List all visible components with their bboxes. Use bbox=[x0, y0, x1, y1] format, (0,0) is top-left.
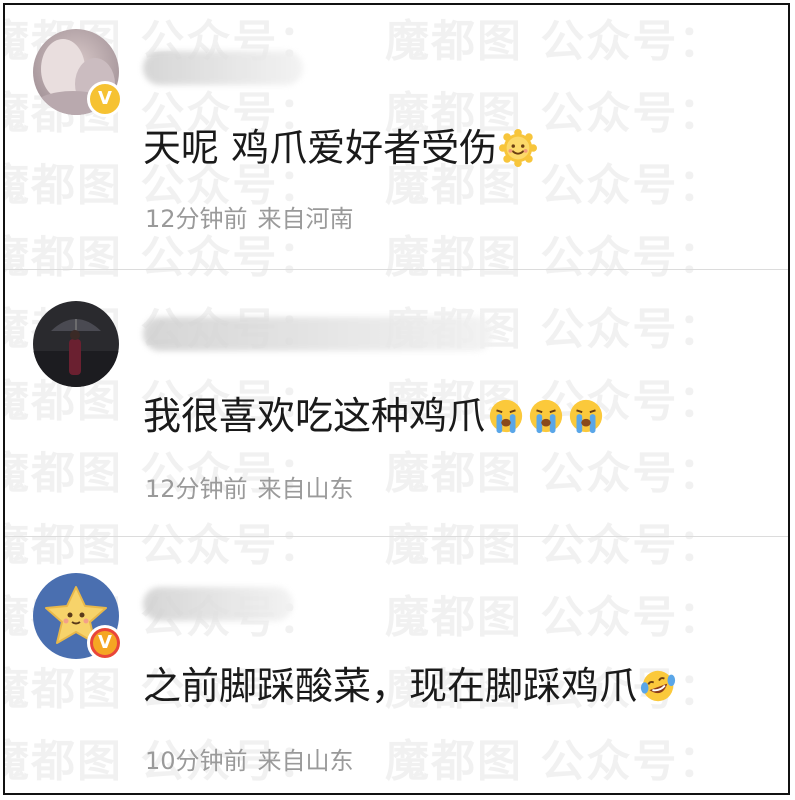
comment-time: 12分钟前 bbox=[145, 205, 248, 233]
avatar-image bbox=[33, 301, 119, 387]
comment-item: 我很喜欢吃这种鸡爪 12分钟前 来自山东 bbox=[5, 271, 788, 537]
comment-time: 10分钟前 bbox=[145, 747, 248, 775]
comment-meta: 12分钟前 来自山东 bbox=[145, 469, 354, 504]
verified-badge-icon: V bbox=[87, 625, 123, 661]
avatar[interactable]: V bbox=[33, 573, 123, 661]
verified-badge-icon: V bbox=[87, 81, 123, 117]
comment-text: 之前脚踩酸菜，现在脚踩鸡爪 bbox=[143, 655, 677, 710]
username-blurred[interactable] bbox=[143, 317, 493, 351]
comment-meta: 12分钟前 来自河南 bbox=[145, 199, 354, 234]
sun-smile-icon bbox=[499, 129, 538, 167]
crying-face-icon bbox=[529, 399, 563, 434]
comment-meta: 10分钟前 来自山东 bbox=[145, 741, 354, 776]
username-blurred[interactable] bbox=[143, 587, 293, 621]
comment-location: 来自山东 bbox=[257, 475, 354, 503]
avatar[interactable]: V bbox=[33, 29, 123, 117]
comment-time: 12分钟前 bbox=[145, 475, 248, 503]
comment-location: 来自河南 bbox=[257, 205, 354, 233]
crying-face-icon bbox=[489, 399, 523, 434]
comment-location: 来自山东 bbox=[257, 747, 354, 775]
laughing-tears-icon bbox=[640, 670, 676, 702]
username-blurred[interactable] bbox=[143, 51, 303, 85]
comment-item: V 天呢 鸡爪爱好者受伤 12分钟前 来自河南 bbox=[5, 5, 788, 271]
crying-face-icon bbox=[569, 399, 603, 434]
comment-text: 天呢 鸡爪爱好者受伤 bbox=[143, 117, 538, 172]
avatar[interactable] bbox=[33, 301, 119, 387]
comment-text: 我很喜欢吃这种鸡爪 bbox=[143, 385, 605, 440]
comment-item: V 之前脚踩酸菜，现在脚踩鸡爪 10分钟前 来自山东 bbox=[5, 537, 788, 793]
comment-list-panel: 魔都图 公众号： 魔都图 公众号： 魔都图 公众号： 魔都图 公众号： 魔都图 公众号：… bbox=[3, 3, 790, 795]
divider bbox=[5, 269, 788, 270]
